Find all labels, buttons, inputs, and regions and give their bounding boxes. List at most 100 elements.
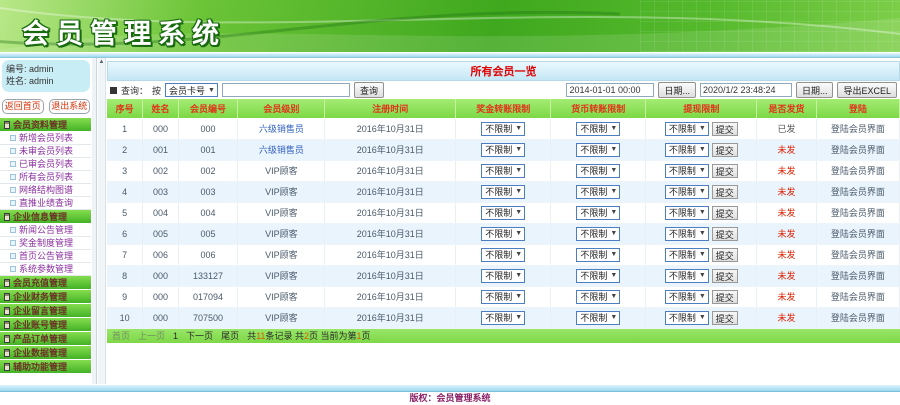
sidebar-section[interactable]: 企业数据管理 [0,346,91,360]
bonus-transfer-select[interactable]: 不限制 ▼ [481,205,526,220]
withdraw-limit-select[interactable]: 不限制 ▼ [664,247,709,262]
date-from-input[interactable] [566,83,655,97]
date-to-input[interactable] [699,83,792,97]
currency-transfer-select[interactable]: 不限制 ▼ [576,142,621,157]
search-button[interactable]: 查询 [353,82,384,98]
chevron-down-icon: ▼ [698,209,706,216]
sidebar-section[interactable]: 企业留言管理 [0,304,91,318]
pagination-link[interactable]: 首页 [112,329,130,343]
sidebar-section[interactable]: 企业信息管理 [0,210,91,224]
submit-button[interactable]: 提交 [711,289,738,304]
submit-button[interactable]: 提交 [711,121,738,136]
chevron-down-icon: ▼ [515,125,523,132]
logout-button[interactable]: 退出系统 [48,99,90,114]
sidebar-scrollbar[interactable] [92,58,96,384]
delivery-status: 未发 [777,271,796,281]
submit-button[interactable]: 提交 [711,226,738,241]
currency-transfer-select[interactable]: 不限制 ▼ [576,226,621,241]
login-member-link[interactable]: 登陆会员界面 [831,313,885,323]
menu-label: 企业财务管理 [13,291,68,302]
submit-button[interactable]: 提交 [711,205,738,220]
reg-time-cell: 2016年10月31日 [324,307,457,329]
login-member-link[interactable]: 登陆会员界面 [831,145,885,155]
currency-transfer-select[interactable]: 不限制 ▼ [576,184,621,199]
member-level-link[interactable]: 六级销售员 [259,124,304,134]
withdraw-limit-select[interactable]: 不限制 ▼ [664,268,709,283]
scroll-up-icon[interactable]: ▲ [99,59,105,65]
member-level-link[interactable]: 六级销售员 [259,145,304,155]
withdraw-limit-select[interactable]: 不限制 ▼ [664,310,709,325]
withdraw-limit-select[interactable]: 不限制 ▼ [664,184,709,199]
bonus-transfer-select[interactable]: 不限制 ▼ [481,226,526,241]
level-cell: VIP顾客 [237,202,326,224]
currency-transfer-select[interactable]: 不限制 ▼ [576,205,621,220]
submit-button[interactable]: 提交 [711,247,738,262]
sidebar-item[interactable]: 未审会员列表 [0,145,91,158]
submit-button[interactable]: 提交 [711,310,738,325]
submit-button[interactable]: 提交 [711,142,738,157]
sidebar-item[interactable]: 网络结构图谱 [0,184,91,197]
sidebar-item[interactable]: 新增会员列表 [0,132,91,145]
pagination-link[interactable]: 上一页 [138,329,165,343]
bonus-transfer-select[interactable]: 不限制 ▼ [481,142,526,157]
login-member-link[interactable]: 登陆会员界面 [831,166,885,176]
bonus-transfer-select[interactable]: 不限制 ▼ [481,184,526,199]
sidebar-item[interactable]: 所有会员列表 [0,171,91,184]
login-member-link[interactable]: 登陆会员界面 [831,250,885,260]
withdraw-limit-select[interactable]: 不限制 ▼ [664,163,709,178]
bonus-transfer-select[interactable]: 不限制 ▼ [481,247,526,262]
currency-limit-cell: 不限制 ▼ [550,160,647,182]
currency-transfer-select[interactable]: 不限制 ▼ [576,268,621,283]
withdraw-limit-select[interactable]: 不限制 ▼ [664,142,709,157]
sidebar-item[interactable]: 系统参数管理 [0,263,91,276]
main-scrollbar[interactable]: ▲ [98,58,106,384]
bonus-transfer-select[interactable]: 不限制 ▼ [481,163,526,178]
withdraw-limit-select[interactable]: 不限制 ▼ [664,121,709,136]
member-level-link: VIP顾客 [265,271,298,281]
sidebar-section[interactable]: 企业财务管理 [0,290,91,304]
sidebar-item[interactable]: 新闻公告管理 [0,224,91,237]
login-member-link[interactable]: 登陆会员界面 [831,208,885,218]
export-excel-button[interactable]: 导出EXCEL [837,82,897,98]
date-to-button[interactable]: 日期... [795,82,834,98]
login-member-link[interactable]: 登陆会员界面 [831,187,885,197]
bonus-transfer-select[interactable]: 不限制 ▼ [481,268,526,283]
query-field-select[interactable]: 会员卡号 ▼ [165,83,218,97]
login-member-link[interactable]: 登陆会员界面 [831,292,885,302]
currency-transfer-select[interactable]: 不限制 ▼ [576,289,621,304]
bonus-transfer-select[interactable]: 不限制 ▼ [481,310,526,325]
bonus-transfer-select[interactable]: 不限制 ▼ [481,121,526,136]
currency-transfer-select[interactable]: 不限制 ▼ [576,310,621,325]
home-button[interactable]: 返回首页 [2,99,44,114]
withdraw-limit-select[interactable]: 不限制 ▼ [664,205,709,220]
currency-transfer-select[interactable]: 不限制 ▼ [576,121,621,136]
date-from-button[interactable]: 日期... [658,82,696,98]
sidebar-section[interactable]: 会员充值管理 [0,276,91,290]
login-member-link[interactable]: 登陆会员界面 [831,124,885,134]
bonus-transfer-select[interactable]: 不限制 ▼ [481,289,526,304]
submit-button[interactable]: 提交 [711,163,738,178]
table-row: 8 000 133127 VIP顾客 2016年10月31日 不限制 ▼ 不限制 ▼ 不限制 ▼ 提交… [107,265,900,287]
currency-transfer-select[interactable]: 不限制 ▼ [576,163,621,178]
search-input[interactable] [221,83,350,97]
withdraw-limit-select[interactable]: 不限制 ▼ [664,226,709,241]
submit-button[interactable]: 提交 [711,184,738,199]
sidebar-section[interactable]: 产品订单管理 [0,332,91,346]
pagination-link[interactable]: 尾页 [221,329,239,343]
sidebar-item[interactable]: 奖金制度管理 [0,237,91,250]
sidebar-section[interactable]: 企业账号管理 [0,318,91,332]
sidebar-section[interactable]: 会员资料管理 [0,118,91,132]
pagination-link[interactable]: 下一页 [186,329,213,343]
sidebar-item[interactable]: 已审会员列表 [0,158,91,171]
submit-button[interactable]: 提交 [711,268,738,283]
login-member-link[interactable]: 登陆会员界面 [831,229,885,239]
pagination-link[interactable]: 1 [173,329,178,343]
sidebar-section[interactable]: 辅助功能管理 [0,360,91,374]
currency-transfer-select[interactable]: 不限制 ▼ [576,247,621,262]
seq-cell: 3 [107,160,144,182]
withdraw-limit-select[interactable]: 不限制 ▼ [664,289,709,304]
sidebar-item[interactable]: 直推业绩查询 [0,197,91,210]
login-member-link[interactable]: 登陆会员界面 [831,271,885,281]
sidebar-item[interactable]: 首页公告管理 [0,250,91,263]
main-panel: ▲ 所有会员一览 查询： 按 会员卡号 ▼ 查询 日期... 日期... 导出E… [98,58,900,384]
